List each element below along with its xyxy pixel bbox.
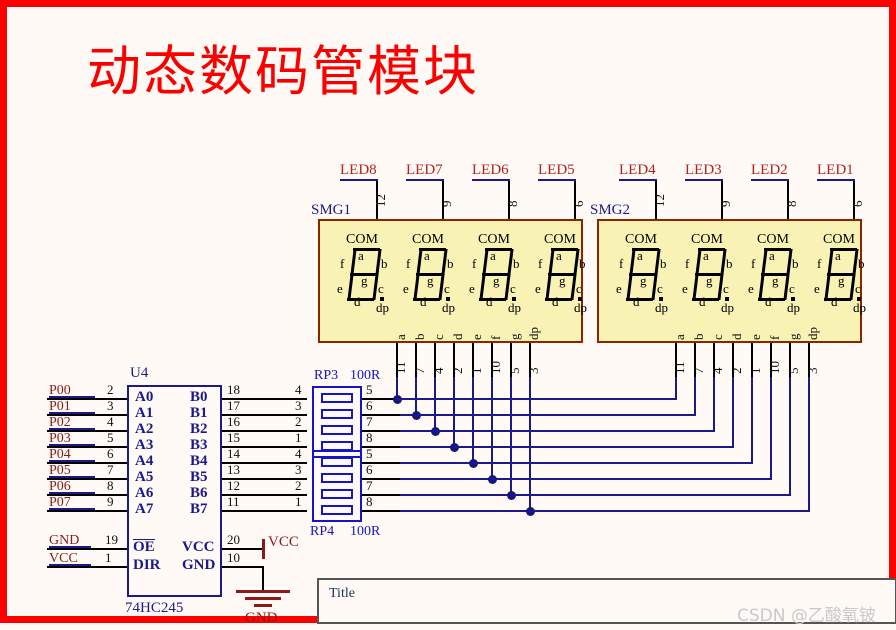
smg2-segment-rise (713, 377, 715, 432)
smg1-segment-net (400, 510, 531, 512)
resistor-output-stub (362, 446, 402, 448)
resistor-output-stub (362, 494, 402, 496)
smg2-segment-rise (751, 377, 753, 464)
smg2-segment-rise (675, 377, 677, 400)
title-block-label: Title (329, 586, 355, 601)
resistor-output-stub (362, 478, 402, 480)
smg2-segment-net (396, 398, 677, 400)
smg1-segment-net (400, 446, 455, 448)
smg2-segment-net (510, 494, 791, 496)
watermark: CSDN @乙酸氧铍 (737, 606, 876, 626)
smg1-segment-net (400, 462, 474, 464)
smg2-segment-rise (694, 377, 696, 416)
smg2-segment-net (453, 446, 734, 448)
smg2-segment-net (434, 430, 715, 432)
smg1-segment-drop (491, 377, 493, 480)
smg2-segment-rise (770, 377, 772, 480)
smg2-segment-rise (732, 377, 734, 448)
smg1-segment-net (400, 494, 512, 496)
smg2-segment-rise (789, 377, 791, 496)
smg2-segment-net (472, 462, 753, 464)
wiring-layer (7, 7, 896, 630)
smg1-segment-net (400, 478, 493, 480)
smg2-segment-net (529, 510, 810, 512)
smg1-segment-drop (453, 377, 455, 448)
schematic-sheet: 动态数码管模块 SMG1 COM a f b g e c d dp 12 LED8 COM a f b g e c d… (0, 0, 896, 626)
smg2-segment-net (415, 414, 696, 416)
smg2-segment-net (491, 478, 772, 480)
smg1-segment-drop (434, 377, 436, 432)
resistor-output-stub (362, 462, 402, 464)
resistor-output-stub (362, 414, 402, 416)
resistor-output-stub (362, 430, 402, 432)
resistor-output-stub (362, 510, 402, 512)
smg2-segment-rise (808, 377, 810, 512)
smg1-segment-drop (472, 377, 474, 464)
